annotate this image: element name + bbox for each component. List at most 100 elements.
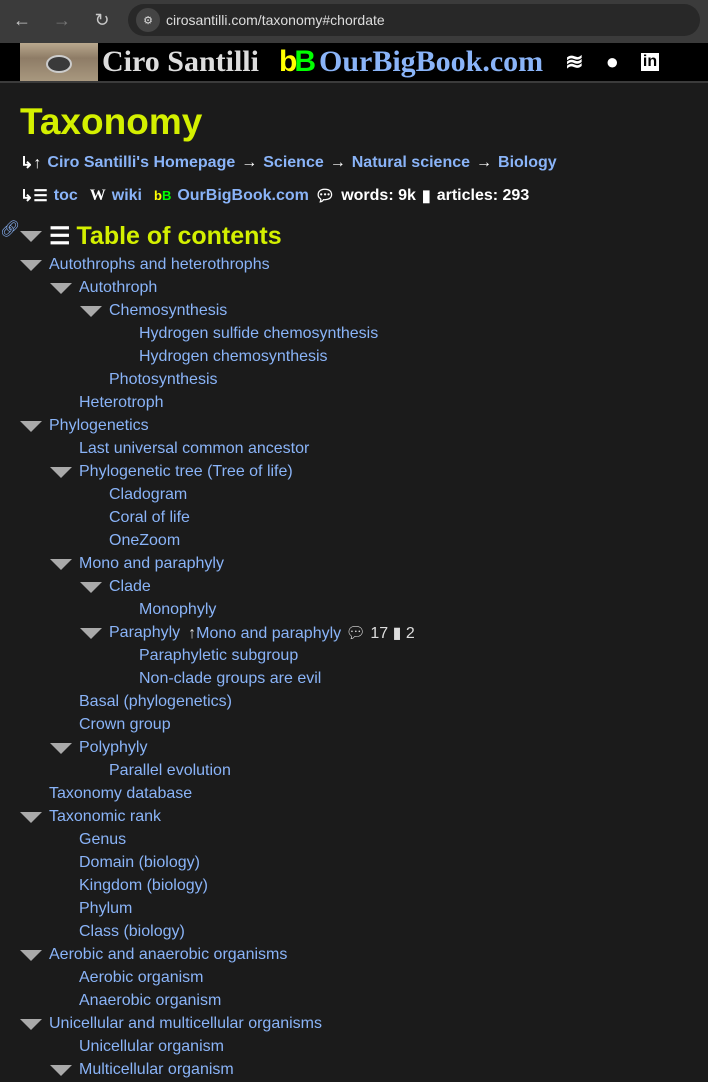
collapse-toggle-icon[interactable] <box>50 743 72 754</box>
toc-link[interactable]: Phylum <box>79 900 132 918</box>
toc-item: Cladogram <box>20 483 708 506</box>
toc-link[interactable]: Crown group <box>79 716 171 734</box>
book-icon: ▮ <box>392 624 402 642</box>
toc-item: Hydrogen sulfide chemosynthesis <box>20 322 708 345</box>
toc-link[interactable]: Paraphyly <box>109 624 180 642</box>
collapse-toggle-icon[interactable] <box>20 230 42 242</box>
toc-item: Hydrogen chemosynthesis <box>20 345 708 368</box>
breadcrumb: ↳↑ Ciro Santilli's Homepage → Science → Na… <box>20 149 708 176</box>
toc-link[interactable]: Phylogenetic tree (Tree of life) <box>79 463 293 481</box>
toc-item: Multicellular organism <box>20 1058 708 1081</box>
forward-icon[interactable]: → <box>44 10 80 31</box>
toc-item: Monophyly <box>20 598 708 621</box>
stackoverflow-icon[interactable]: ≋ <box>565 49 583 75</box>
collapse-toggle-icon[interactable] <box>20 260 42 271</box>
ourbigbook-logo-icon[interactable]: bB <box>279 45 316 79</box>
toc-link[interactable]: Cladogram <box>109 486 187 504</box>
toc-link[interactable]: Taxonomy database <box>49 785 192 803</box>
toc-link[interactable]: Anaerobic organism <box>79 992 221 1010</box>
toc-link[interactable]: Genus <box>79 831 126 849</box>
toc-item: Polyphyly <box>20 736 708 759</box>
site-settings-icon[interactable]: ⚙ <box>136 8 160 32</box>
back-icon[interactable]: ← <box>4 10 40 31</box>
collapse-toggle-icon[interactable] <box>50 283 72 294</box>
toc-link[interactable]: Multicellular organism <box>79 1061 234 1079</box>
toc-link[interactable]: Parallel evolution <box>109 762 231 780</box>
breadcrumb-item[interactable]: Biology <box>498 154 557 172</box>
ourbigbook-page-link[interactable]: OurBigBook.com <box>177 187 309 205</box>
toc-link[interactable]: Clade <box>109 578 151 596</box>
toc-link[interactable]: Coral of life <box>109 509 190 527</box>
wiki-link[interactable]: wiki <box>112 187 142 205</box>
toc-link[interactable]: Aerobic and anaerobic organisms <box>49 946 287 964</box>
collapse-toggle-icon[interactable] <box>80 628 102 639</box>
arrow-up-icon: ↑ <box>188 624 197 642</box>
site-name[interactable]: Ciro Santilli <box>102 45 259 79</box>
comment-count: 17 <box>370 624 389 642</box>
toc-link[interactable]: Polyphyly <box>79 739 147 757</box>
toc-link[interactable]: Aerobic organism <box>79 969 204 987</box>
toc-link[interactable]: toc <box>54 187 78 205</box>
collapse-toggle-icon[interactable] <box>20 812 42 823</box>
comment-icon: 💬︎ <box>314 187 336 205</box>
collapse-toggle-icon[interactable] <box>50 559 72 570</box>
toc-link[interactable]: Autothrophs and heterothrophs <box>49 256 270 274</box>
toc-link[interactable]: Photosynthesis <box>109 371 218 389</box>
linkedin-icon[interactable]: in <box>640 53 660 71</box>
article-count: 2 <box>405 624 415 642</box>
breadcrumb-item[interactable]: Science <box>263 154 323 172</box>
arrow-right-icon: → <box>329 153 346 171</box>
collapse-toggle-icon[interactable] <box>20 950 42 961</box>
toc-item-meta: ↑Mono and paraphyly 💬︎ 17 ▮ 2 <box>188 623 415 643</box>
ourbigbook-link[interactable]: OurBigBook.com <box>319 45 543 79</box>
toc-item: Phylogenetic tree (Tree of life) <box>20 460 708 483</box>
toc-link[interactable]: Unicellular organism <box>79 1038 224 1056</box>
comment-icon: 💬︎ <box>345 624 366 642</box>
github-icon[interactable]: ● <box>606 49 619 75</box>
toc-item: Photosynthesis <box>20 368 708 391</box>
parent-link[interactable]: Mono and paraphyly <box>196 625 341 642</box>
breadcrumb-item[interactable]: Ciro Santilli's Homepage <box>47 154 235 172</box>
toc-link[interactable]: OneZoom <box>109 532 180 550</box>
collapse-toggle-icon[interactable] <box>20 1019 42 1030</box>
breadcrumb-item[interactable]: Natural science <box>352 154 470 172</box>
toc-link[interactable]: Last universal common ancestor <box>79 440 309 458</box>
toc-link[interactable]: Autothroph <box>79 279 157 297</box>
toc-link[interactable]: Basal (phylogenetics) <box>79 693 232 711</box>
collapse-toggle-icon[interactable] <box>50 1065 72 1076</box>
toc-link[interactable]: Domain (biology) <box>79 854 200 872</box>
collapse-toggle-icon[interactable] <box>50 467 72 478</box>
toc-item: Anaerobic organism <box>20 989 708 1012</box>
toc-link[interactable]: Monophyly <box>139 601 216 619</box>
toc-link[interactable]: Phylogenetics <box>49 417 149 435</box>
arrow-right-icon: → <box>241 153 258 171</box>
address-bar[interactable]: ⚙ cirosantilli.com/taxonomy#chordate <box>128 4 700 36</box>
toc-link[interactable]: Hydrogen sulfide chemosynthesis <box>139 325 378 343</box>
toc-item: Aerobic organism <box>20 966 708 989</box>
link-icon[interactable]: 🔗︎ <box>0 219 20 239</box>
collapse-toggle-icon[interactable] <box>20 421 42 432</box>
toc-link[interactable]: Non-clade groups are evil <box>139 670 321 688</box>
toc-item: Coral of life <box>20 506 708 529</box>
toc-item: Kingdom (biology) <box>20 874 708 897</box>
toc-title: Table of contents <box>76 221 282 250</box>
toc-link[interactable]: Heterotroph <box>79 394 164 412</box>
toc-link[interactable]: Class (biology) <box>79 923 185 941</box>
toc-link[interactable]: Unicellular and multicellular organisms <box>49 1015 322 1033</box>
article-count: articles: 293 <box>436 186 530 204</box>
collapse-toggle-icon[interactable] <box>80 582 102 593</box>
toc-link[interactable]: Kingdom (biology) <box>79 877 208 895</box>
book-icon: ▮ <box>421 187 431 205</box>
toc-link[interactable]: Chemosynthesis <box>109 302 227 320</box>
reload-icon[interactable]: ↻ <box>84 10 120 31</box>
toc-item: Taxonomy database <box>20 782 708 805</box>
toc-link[interactable]: Paraphyletic subgroup <box>139 647 298 665</box>
toc-link[interactable]: Mono and paraphyly <box>79 555 224 573</box>
toc-list: Autothrophs and heterothrophs Autothroph C… <box>20 253 708 1081</box>
avatar[interactable] <box>20 43 98 81</box>
toc-link[interactable]: Taxonomic rank <box>49 808 161 826</box>
toc-link[interactable]: Hydrogen chemosynthesis <box>139 348 328 366</box>
toc-item: Taxonomic rank <box>20 805 708 828</box>
collapse-toggle-icon[interactable] <box>80 306 102 317</box>
wikipedia-icon: W <box>89 186 106 204</box>
